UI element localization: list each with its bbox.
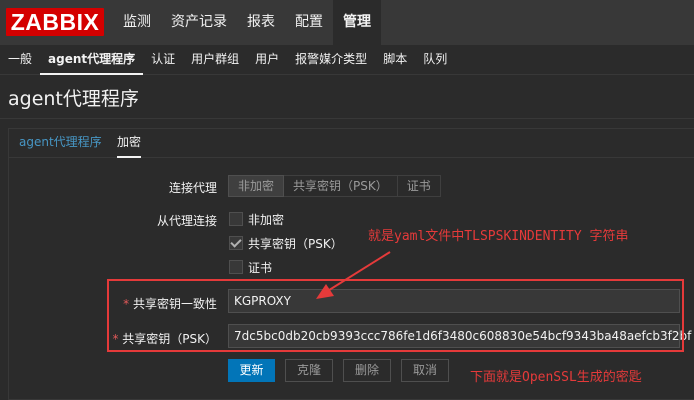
annotation-arrow-icon <box>316 251 391 299</box>
annotation-top-text: 就是yaml文件中TLSPSKINDENTITY 字符串 <box>368 229 629 244</box>
annotation-bottom-text: 下面就是OpenSSL生成的密匙 <box>470 370 642 385</box>
